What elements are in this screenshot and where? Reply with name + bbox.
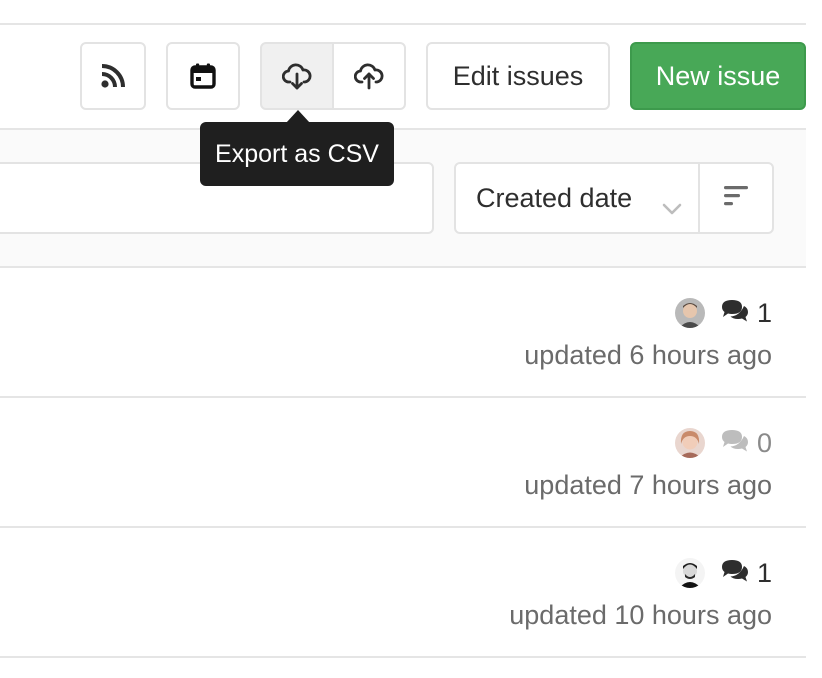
issue-meta: 1 xyxy=(674,296,772,330)
calendar-button[interactable] xyxy=(166,42,240,110)
issue-row[interactable]: 0 updated 7 hours ago xyxy=(0,398,806,526)
avatar[interactable] xyxy=(674,558,705,588)
sort-dropdown-label: Created date xyxy=(476,182,633,213)
filter-top-divider xyxy=(0,128,806,130)
updated-time: updated 7 hours ago xyxy=(524,470,772,500)
updated-time: updated 6 hours ago xyxy=(524,340,772,370)
top-divider xyxy=(0,23,806,25)
sort-lowest-icon xyxy=(723,184,749,213)
rss-icon xyxy=(100,63,126,89)
cloud-download-icon xyxy=(282,61,312,91)
avatar[interactable] xyxy=(674,428,705,458)
calendar-icon xyxy=(189,62,217,90)
row-divider xyxy=(0,656,806,658)
comment-count-value: 0 xyxy=(756,427,772,458)
rss-button[interactable] xyxy=(80,42,146,110)
chevron-down-icon xyxy=(662,192,682,223)
comment-count-value: 1 xyxy=(756,297,772,328)
new-issue-button[interactable]: New issue xyxy=(630,42,806,110)
comment-count[interactable]: 1 xyxy=(719,558,772,589)
import-csv-button[interactable] xyxy=(332,42,406,110)
comment-count[interactable]: 1 xyxy=(719,298,772,329)
updated-time: updated 10 hours ago xyxy=(509,600,772,630)
new-issue-label: New issue xyxy=(655,60,781,91)
edit-issues-label: Edit issues xyxy=(452,60,584,91)
cloud-upload-icon xyxy=(354,61,384,91)
export-csv-button[interactable] xyxy=(260,42,334,110)
sort-direction-button[interactable] xyxy=(698,162,774,234)
issue-row[interactable]: 1 updated 10 hours ago xyxy=(0,528,806,656)
comments-icon xyxy=(719,298,749,329)
comment-count[interactable]: 0 xyxy=(719,428,772,459)
edit-issues-button[interactable]: Edit issues xyxy=(426,42,610,110)
tooltip-text: Export as CSV xyxy=(215,139,379,168)
comment-count-value: 1 xyxy=(756,557,772,588)
export-tooltip: Export as CSV xyxy=(200,122,394,186)
sort-dropdown[interactable]: Created date xyxy=(454,162,700,234)
avatar[interactable] xyxy=(674,298,705,328)
comments-icon xyxy=(719,428,749,459)
issue-meta: 1 xyxy=(674,556,772,590)
issue-meta: 0 xyxy=(674,426,772,460)
issue-row[interactable]: 1 updated 6 hours ago xyxy=(0,268,806,396)
comments-icon xyxy=(719,558,749,589)
